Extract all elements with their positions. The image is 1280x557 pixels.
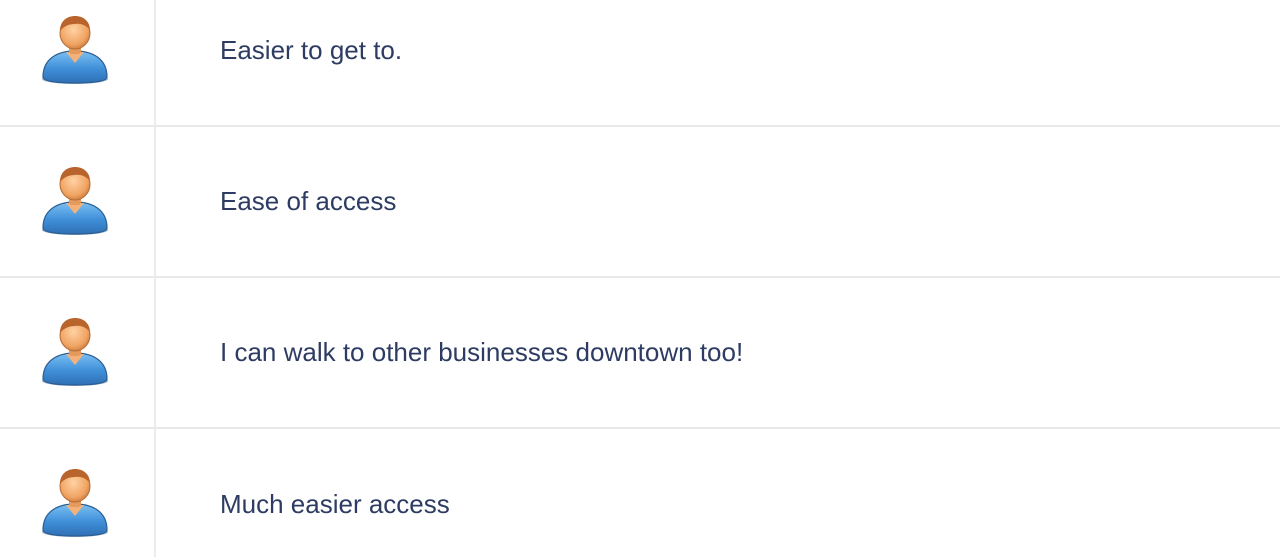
avatar-cell [0, 127, 156, 276]
avatar-cell [0, 278, 156, 427]
comment-text: Easier to get to. [220, 35, 403, 65]
comment-text: Ease of access [220, 186, 397, 216]
comment-row: I can walk to other businesses downtown … [0, 278, 1280, 429]
comment-list: Easier to get to. Ease of access I can w… [0, 0, 1280, 557]
comment-row: Much easier access [0, 429, 1280, 557]
avatar-cell [0, 0, 156, 125]
user-avatar-icon [42, 16, 108, 84]
comment-text: I can walk to other businesses downtown … [220, 337, 744, 367]
comment-row: Ease of access [0, 127, 1280, 278]
comment-row: Easier to get to. [0, 0, 1280, 127]
user-avatar-icon [42, 167, 108, 235]
avatar-cell [0, 429, 156, 557]
comment-text: Much easier access [220, 489, 450, 519]
user-avatar-icon [42, 469, 108, 537]
user-avatar-icon [42, 318, 108, 386]
